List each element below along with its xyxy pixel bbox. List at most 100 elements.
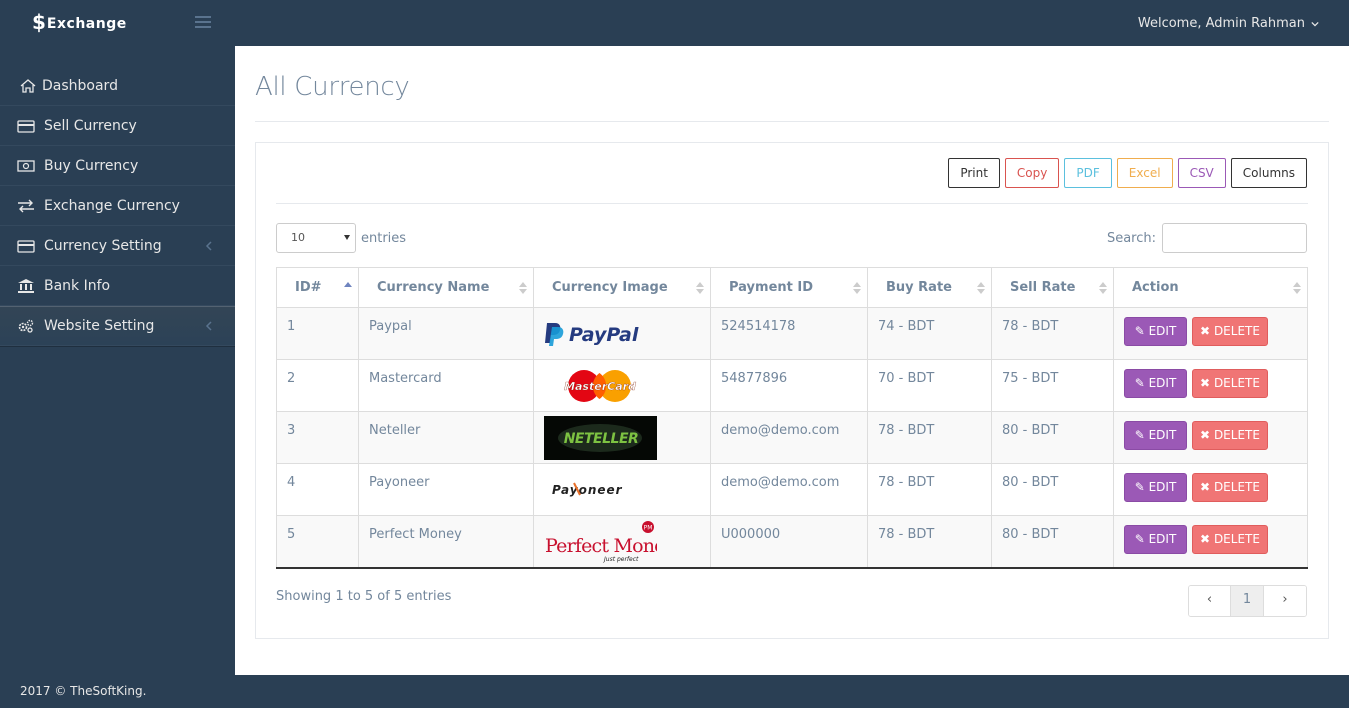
- cell-buy-rate: 74 - BDT: [867, 307, 992, 360]
- sidebar-item-bank-info[interactable]: Bank Info: [0, 266, 235, 306]
- brand-logo[interactable]: $ Exchange: [32, 12, 127, 32]
- close-icon: ✖: [1200, 324, 1211, 338]
- edit-label: EDIT: [1148, 532, 1177, 546]
- col-header-currency-image[interactable]: Currency Image: [533, 267, 711, 308]
- money-icon: [16, 158, 36, 174]
- footer-copyright: 2017 © TheSoftKing.: [20, 684, 147, 698]
- entries-select[interactable]: 10: [276, 223, 356, 253]
- sidebar-item-dashboard[interactable]: Dashboard: [0, 66, 235, 106]
- print-button[interactable]: Print: [948, 158, 1000, 188]
- user-menu[interactable]: Welcome, Admin Rahman: [1138, 16, 1319, 31]
- cell-id: 2: [276, 359, 359, 412]
- cell-action: ✎ EDIT ✖ DELETE: [1113, 307, 1308, 360]
- cell-payment-id: demo@demo.com: [710, 411, 868, 464]
- delete-label: DELETE: [1213, 376, 1260, 390]
- delete-button[interactable]: ✖ DELETE: [1192, 421, 1268, 450]
- delete-button[interactable]: ✖ DELETE: [1192, 473, 1268, 502]
- currency-panel: Print Copy PDF Excel CSV Columns 10 entr…: [255, 142, 1329, 639]
- edit-button[interactable]: ✎ EDIT: [1124, 317, 1187, 346]
- chevron-left-icon: [205, 241, 212, 251]
- col-header-currency-name[interactable]: Currency Name: [358, 267, 534, 308]
- cell-name: Mastercard: [358, 359, 534, 412]
- col-header-label: Payment ID: [729, 280, 814, 295]
- cell-payment-id: 54877896: [710, 359, 868, 412]
- table-header-row: ID# Currency Name Currency Image Payment…: [276, 267, 1308, 308]
- col-header-label: ID#: [295, 280, 322, 295]
- chevron-down-icon: [1311, 21, 1319, 26]
- entries-select-value: 10: [291, 231, 305, 244]
- exchange-icon: [16, 198, 36, 214]
- delete-label: DELETE: [1213, 428, 1260, 442]
- delete-label: DELETE: [1213, 532, 1260, 546]
- edit-label: EDIT: [1148, 480, 1177, 494]
- col-header-buy-rate[interactable]: Buy Rate: [867, 267, 992, 308]
- excel-button[interactable]: Excel: [1116, 158, 1173, 188]
- sort-icon: [977, 282, 985, 294]
- col-header-label: Currency Image: [552, 280, 668, 295]
- table-row: 5 Perfect Money PM Perfect Money Just pe…: [276, 515, 1308, 569]
- export-toolbar: Print Copy PDF Excel CSV Columns: [948, 158, 1307, 188]
- caret-down-icon: [344, 235, 350, 240]
- sidebar-menu: Dashboard Sell Currency Buy Currency Exc…: [0, 66, 235, 346]
- sidebar-item-label: Dashboard: [42, 77, 118, 94]
- cell-sell-rate: 80 - BDT: [991, 515, 1114, 569]
- welcome-text: Welcome, Admin Rahman: [1137, 16, 1305, 31]
- cell-action: ✎ EDIT ✖ DELETE: [1113, 515, 1308, 569]
- delete-button[interactable]: ✖ DELETE: [1192, 525, 1268, 554]
- logo-text: PayPal: [569, 324, 639, 346]
- edit-icon: ✎: [1134, 428, 1145, 442]
- edit-button[interactable]: ✎ EDIT: [1124, 473, 1187, 502]
- logo-text: Perfect Money: [545, 535, 657, 557]
- pagination-next-button[interactable]: ›: [1264, 586, 1306, 616]
- cell-image: PayPal: [533, 307, 711, 360]
- close-icon: ✖: [1200, 376, 1211, 390]
- col-header-label: Buy Rate: [886, 280, 952, 295]
- brand-symbol: $: [32, 10, 46, 34]
- pagination-prev-button[interactable]: ‹: [1189, 586, 1231, 616]
- copy-button[interactable]: Copy: [1004, 158, 1060, 188]
- pdf-button[interactable]: PDF: [1064, 158, 1112, 188]
- cell-buy-rate: 78 - BDT: [867, 515, 992, 569]
- edit-icon: ✎: [1134, 480, 1145, 494]
- pagination-page-button[interactable]: 1: [1231, 586, 1264, 616]
- credit-card-icon: [16, 238, 36, 254]
- logo-text: NETELLER: [564, 431, 639, 447]
- sidebar-item-website-setting[interactable]: Website Setting: [0, 306, 235, 346]
- edit-button[interactable]: ✎ EDIT: [1124, 525, 1187, 554]
- sidebar-item-currency-setting[interactable]: Currency Setting: [0, 226, 235, 266]
- table-row: 2 Mastercard MasterCard 54877896 70 - BD…: [276, 359, 1308, 412]
- sidebar-item-sell-currency[interactable]: Sell Currency: [0, 106, 235, 146]
- cell-payment-id: demo@demo.com: [710, 463, 868, 516]
- col-header-sell-rate[interactable]: Sell Rate: [991, 267, 1114, 308]
- table-info: Showing 1 to 5 of 5 entries: [276, 589, 452, 604]
- chevron-left-icon: [205, 321, 212, 331]
- sidebar-item-label: Currency Setting: [44, 237, 162, 254]
- currency-table: ID# Currency Name Currency Image Payment…: [276, 267, 1308, 569]
- gears-icon: [16, 318, 36, 334]
- cell-buy-rate: 70 - BDT: [867, 359, 992, 412]
- sidebar-item-exchange-currency[interactable]: Exchange Currency: [0, 186, 235, 226]
- sidebar-item-buy-currency[interactable]: Buy Currency: [0, 146, 235, 186]
- csv-button[interactable]: CSV: [1177, 158, 1226, 188]
- edit-button[interactable]: ✎ EDIT: [1124, 421, 1187, 450]
- edit-label: EDIT: [1148, 428, 1177, 442]
- col-header-id[interactable]: ID#: [276, 267, 359, 308]
- delete-button[interactable]: ✖ DELETE: [1192, 369, 1268, 398]
- sort-icon: [519, 282, 527, 294]
- search-input[interactable]: [1162, 223, 1307, 253]
- credit-card-icon: [16, 118, 36, 134]
- menu-toggle-icon[interactable]: [195, 16, 211, 30]
- columns-button[interactable]: Columns: [1230, 158, 1307, 188]
- logo-text: MasterCard: [564, 380, 636, 393]
- close-icon: ✖: [1200, 532, 1211, 546]
- cell-name: Payoneer: [358, 463, 534, 516]
- divider: [255, 121, 1329, 122]
- svg-text:PM: PM: [644, 525, 653, 532]
- delete-button[interactable]: ✖ DELETE: [1192, 317, 1268, 346]
- edit-button[interactable]: ✎ EDIT: [1124, 369, 1187, 398]
- cell-name: Neteller: [358, 411, 534, 464]
- sort-icon: [1099, 282, 1107, 294]
- col-header-action[interactable]: Action: [1113, 267, 1308, 308]
- payoneer-logo: Payoneer: [544, 468, 657, 512]
- col-header-payment-id[interactable]: Payment ID: [710, 267, 868, 308]
